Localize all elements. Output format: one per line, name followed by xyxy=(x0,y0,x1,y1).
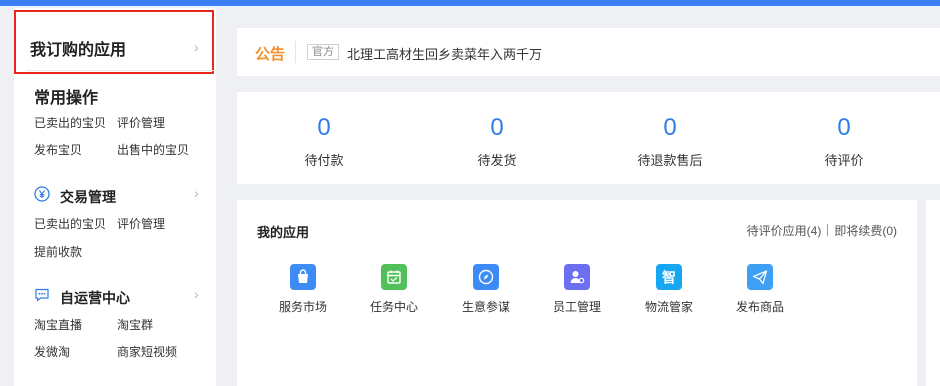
stat-label: 待评价 xyxy=(824,153,864,168)
app-label: 服务市场 xyxy=(278,300,327,314)
stat-label: 待付款 xyxy=(304,153,344,168)
shopping-bag-icon xyxy=(290,264,316,290)
my-apps-panel: 我的应用 待评价应用(4)即将续费(0) 服务市场 任务中心 生意参谋 员工管 xyxy=(237,200,917,386)
expiring-renewal-link[interactable]: 即将续费(0) xyxy=(834,224,897,238)
common-link-sold[interactable]: 已卖出的宝贝 xyxy=(34,114,106,131)
user-settings-icon xyxy=(564,264,590,290)
stat-value: 0 xyxy=(663,114,677,141)
chat-bubble-icon xyxy=(35,288,49,302)
chevron-right-icon[interactable]: › xyxy=(194,286,199,302)
trade-link-early-payment[interactable]: 提前收款 xyxy=(34,243,82,260)
app-logistics-manager[interactable]: 智 物流管家 xyxy=(634,264,704,320)
apps-links: 待评价应用(4) 即将续费(0) xyxy=(747,222,897,239)
divider xyxy=(295,41,296,63)
operation-link-weitao[interactable]: 发微淘 xyxy=(34,343,70,360)
app-label: 员工管理 xyxy=(552,300,601,314)
notice-bar: 公告 官方 北理工高材生回乡卖菜年入两千万 xyxy=(237,28,940,76)
stat-value: 0 xyxy=(837,114,851,141)
stat-value: 0 xyxy=(490,114,504,141)
stat-label: 待发货 xyxy=(477,153,517,168)
official-tag: 官方 xyxy=(307,44,339,60)
stat-pending-shipment[interactable]: 0 待发货 xyxy=(417,92,577,184)
stat-pending-review[interactable]: 0 待评价 xyxy=(764,92,924,184)
notice-link[interactable]: 北理工高材生回乡卖菜年入两千万 xyxy=(347,44,542,63)
subscribed-apps-title[interactable]: 我订购的应用 xyxy=(30,36,126,60)
common-link-on-sale[interactable]: 出售中的宝贝 xyxy=(117,141,189,158)
operation-link-group[interactable]: 淘宝群 xyxy=(117,316,153,333)
stat-pending-payment[interactable]: 0 待付款 xyxy=(244,92,404,184)
app-label: 生意参谋 xyxy=(461,300,510,314)
app-publish-product[interactable]: 发布商品 xyxy=(725,264,795,320)
side-panel-edge xyxy=(926,200,940,386)
yen-circle-icon xyxy=(34,186,50,202)
app-service-market[interactable]: 服务市场 xyxy=(268,264,338,320)
calendar-icon xyxy=(381,264,407,290)
common-link-reviews[interactable]: 评价管理 xyxy=(117,114,165,131)
divider xyxy=(827,224,829,236)
stat-label: 待退款售后 xyxy=(637,153,703,168)
compass-icon xyxy=(473,264,499,290)
stat-pending-refund[interactable]: 0 待退款售后 xyxy=(590,92,750,184)
trade-link-reviews[interactable]: 评价管理 xyxy=(117,215,165,232)
app-label: 物流管家 xyxy=(644,300,693,314)
common-actions-title: 常用操作 xyxy=(34,90,99,107)
notice-label: 公告 xyxy=(255,46,286,63)
app-business-advisor[interactable]: 生意参谋 xyxy=(451,264,521,320)
svg-text:智: 智 xyxy=(661,270,676,287)
common-link-publish[interactable]: 发布宝贝 xyxy=(34,141,82,158)
trade-management-title[interactable]: 交易管理 xyxy=(60,187,116,207)
divider xyxy=(26,70,214,71)
app-label: 发布商品 xyxy=(735,300,784,314)
zhi-icon: 智 xyxy=(656,264,682,290)
pending-review-apps-link[interactable]: 待评价应用(4) xyxy=(747,224,822,238)
operation-link-live[interactable]: 淘宝直播 xyxy=(34,316,82,333)
stat-value: 0 xyxy=(317,114,331,141)
chevron-right-icon[interactable]: › xyxy=(194,39,199,55)
order-stats: 0 待付款 0 待发货 0 待退款售后 0 待评价 xyxy=(237,92,940,184)
app-label: 任务中心 xyxy=(369,300,418,314)
my-apps-title: 我的应用 xyxy=(257,225,310,240)
paper-plane-icon xyxy=(747,264,773,290)
app-staff-management[interactable]: 员工管理 xyxy=(542,264,612,320)
top-bar xyxy=(0,0,940,6)
chevron-right-icon[interactable]: › xyxy=(194,185,199,201)
self-operation-center-title[interactable]: 自运营中心 xyxy=(60,288,130,308)
trade-link-sold[interactable]: 已卖出的宝贝 xyxy=(34,215,106,232)
sidebar: 我订购的应用 › 常用操作 已卖出的宝贝 评价管理 发布宝贝 出售中的宝贝 交易… xyxy=(14,8,216,386)
app-task-center[interactable]: 任务中心 xyxy=(359,264,429,320)
operation-link-short-video[interactable]: 商家短视频 xyxy=(117,343,177,360)
